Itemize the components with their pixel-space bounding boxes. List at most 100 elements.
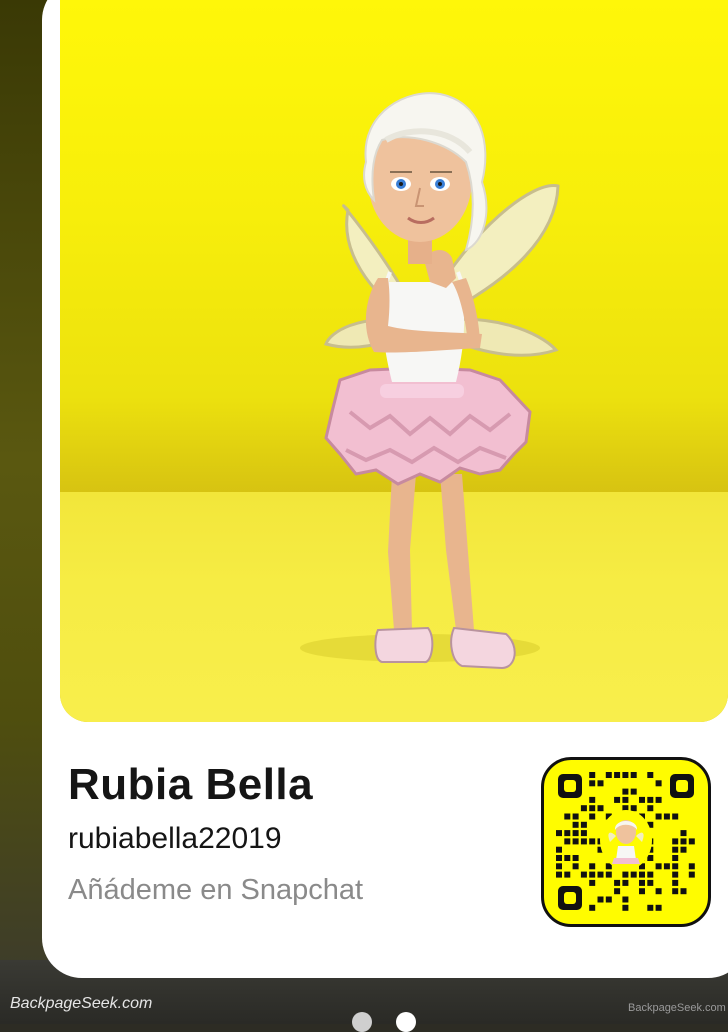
snapcode-dot xyxy=(672,879,679,886)
snapcode-dot xyxy=(622,904,629,911)
watermark-right: BackpageSeek.com xyxy=(628,1002,726,1014)
snapcode-dot xyxy=(680,846,687,853)
snapcode-dot xyxy=(572,830,579,837)
page-indicator-dot-2[interactable] xyxy=(396,1012,416,1032)
snapcode-dot xyxy=(672,813,679,820)
snapcode-dot xyxy=(564,855,571,861)
snapcode-dot xyxy=(639,888,645,895)
snapcode-dot xyxy=(589,796,596,803)
snapcode-dot xyxy=(680,830,687,837)
snapcode-dot xyxy=(622,871,629,878)
snapcode-qr-icon[interactable] xyxy=(541,757,711,927)
snapcode-dot xyxy=(564,838,571,845)
torso xyxy=(381,271,467,382)
snapcode-dot xyxy=(589,838,596,845)
snapcode-dot xyxy=(556,871,562,878)
snapcode-dot xyxy=(580,821,587,828)
snapcode-dot xyxy=(614,796,621,803)
snapcode-pattern xyxy=(556,772,695,911)
snapcode-dot xyxy=(622,772,629,778)
profile-username: rubiabella22019 xyxy=(68,822,282,855)
snapcode-dot xyxy=(647,879,654,886)
snapcode-dot xyxy=(556,855,562,861)
snapcode-dot xyxy=(672,838,679,845)
page-indicator-dot-1[interactable] xyxy=(352,1012,372,1032)
profile-display-name: Rubia Bella xyxy=(68,760,314,809)
snapcode-dot xyxy=(580,805,587,812)
snapcode-dot xyxy=(556,830,562,837)
snapcode-dot xyxy=(556,863,562,870)
snapcode-dot xyxy=(680,838,687,845)
snapcode-dot xyxy=(597,896,604,903)
snapcode-dot xyxy=(647,805,654,812)
snapcode-dot xyxy=(605,896,612,903)
snapcode-dot xyxy=(630,805,637,812)
snapcode-dot xyxy=(672,863,679,870)
snapcode-dot xyxy=(605,871,612,878)
snapcode-dot xyxy=(672,846,679,853)
snapcode-dot xyxy=(672,855,679,861)
snapcode-dot xyxy=(663,813,670,820)
snapcode-dot xyxy=(639,796,645,803)
add-me-caption: Añádeme en Snapchat xyxy=(68,874,364,906)
snapcode-dot xyxy=(580,830,587,837)
snapcode-dot xyxy=(688,863,695,870)
snapcode-dot xyxy=(589,805,596,812)
snapcode-dot xyxy=(655,780,662,787)
snapcode-dot xyxy=(647,796,654,803)
snapcode-dot xyxy=(614,888,621,895)
snapcode-dot xyxy=(622,788,629,795)
snapcode-dot xyxy=(589,904,596,911)
snapcode-dot xyxy=(614,772,621,778)
snapcode-dot xyxy=(572,813,579,820)
snapcode-dot xyxy=(589,879,596,886)
bitmoji-background xyxy=(60,0,728,722)
snapcode-dot xyxy=(672,888,679,895)
snapcode-dot xyxy=(630,871,637,878)
tutu-skirt xyxy=(324,366,532,486)
bitmoji-avatar[interactable] xyxy=(270,82,570,682)
snapcode-dot xyxy=(572,821,579,828)
snapcode-dot xyxy=(639,879,645,886)
snapcode-dot xyxy=(572,838,579,845)
snapcode-dot xyxy=(647,904,654,911)
snapcode-dot xyxy=(655,813,662,820)
snapcode-dot xyxy=(688,838,695,845)
snapcode-dot xyxy=(564,871,571,878)
head xyxy=(363,92,488,264)
legs xyxy=(388,474,474,630)
snapcode-dot xyxy=(572,855,579,861)
snapcode-dot xyxy=(597,805,604,812)
snapcode-dot xyxy=(688,871,695,878)
snapcode-dot xyxy=(622,879,629,886)
snapcode-dot xyxy=(655,796,662,803)
snapcode-dot xyxy=(614,879,621,886)
snapcode-dot xyxy=(639,871,645,878)
snapcode-dot xyxy=(672,871,679,878)
snapcode-dot xyxy=(655,888,662,895)
snapcode-dot xyxy=(580,871,587,878)
snapcode-dot xyxy=(564,830,571,837)
snapcode-dot xyxy=(605,772,612,778)
snapcode-dot xyxy=(572,863,579,870)
snapcode-dot xyxy=(680,888,687,895)
snapcode-dot xyxy=(663,863,670,870)
snapcode-dot xyxy=(655,904,662,911)
snapcode-dot xyxy=(647,772,654,778)
snapcode-dot xyxy=(589,813,596,820)
snapcode-dot xyxy=(622,896,629,903)
snapcode-dot xyxy=(589,863,596,870)
snapcode-dot xyxy=(556,846,562,853)
snapcode-dot xyxy=(589,780,596,787)
snapcode-dot xyxy=(647,871,654,878)
snapcode-dot xyxy=(589,871,596,878)
snapcode-dot xyxy=(564,813,571,820)
snapcode-dot xyxy=(630,788,637,795)
snapcode-dot xyxy=(655,863,662,870)
snapcode-dot xyxy=(597,780,604,787)
snapcode-dot xyxy=(597,871,604,878)
snapcode-dot xyxy=(622,796,629,803)
snapcode-dot xyxy=(630,772,637,778)
watermark-left: BackpageSeek.com xyxy=(10,995,153,1012)
snapcode-dot xyxy=(589,772,596,778)
